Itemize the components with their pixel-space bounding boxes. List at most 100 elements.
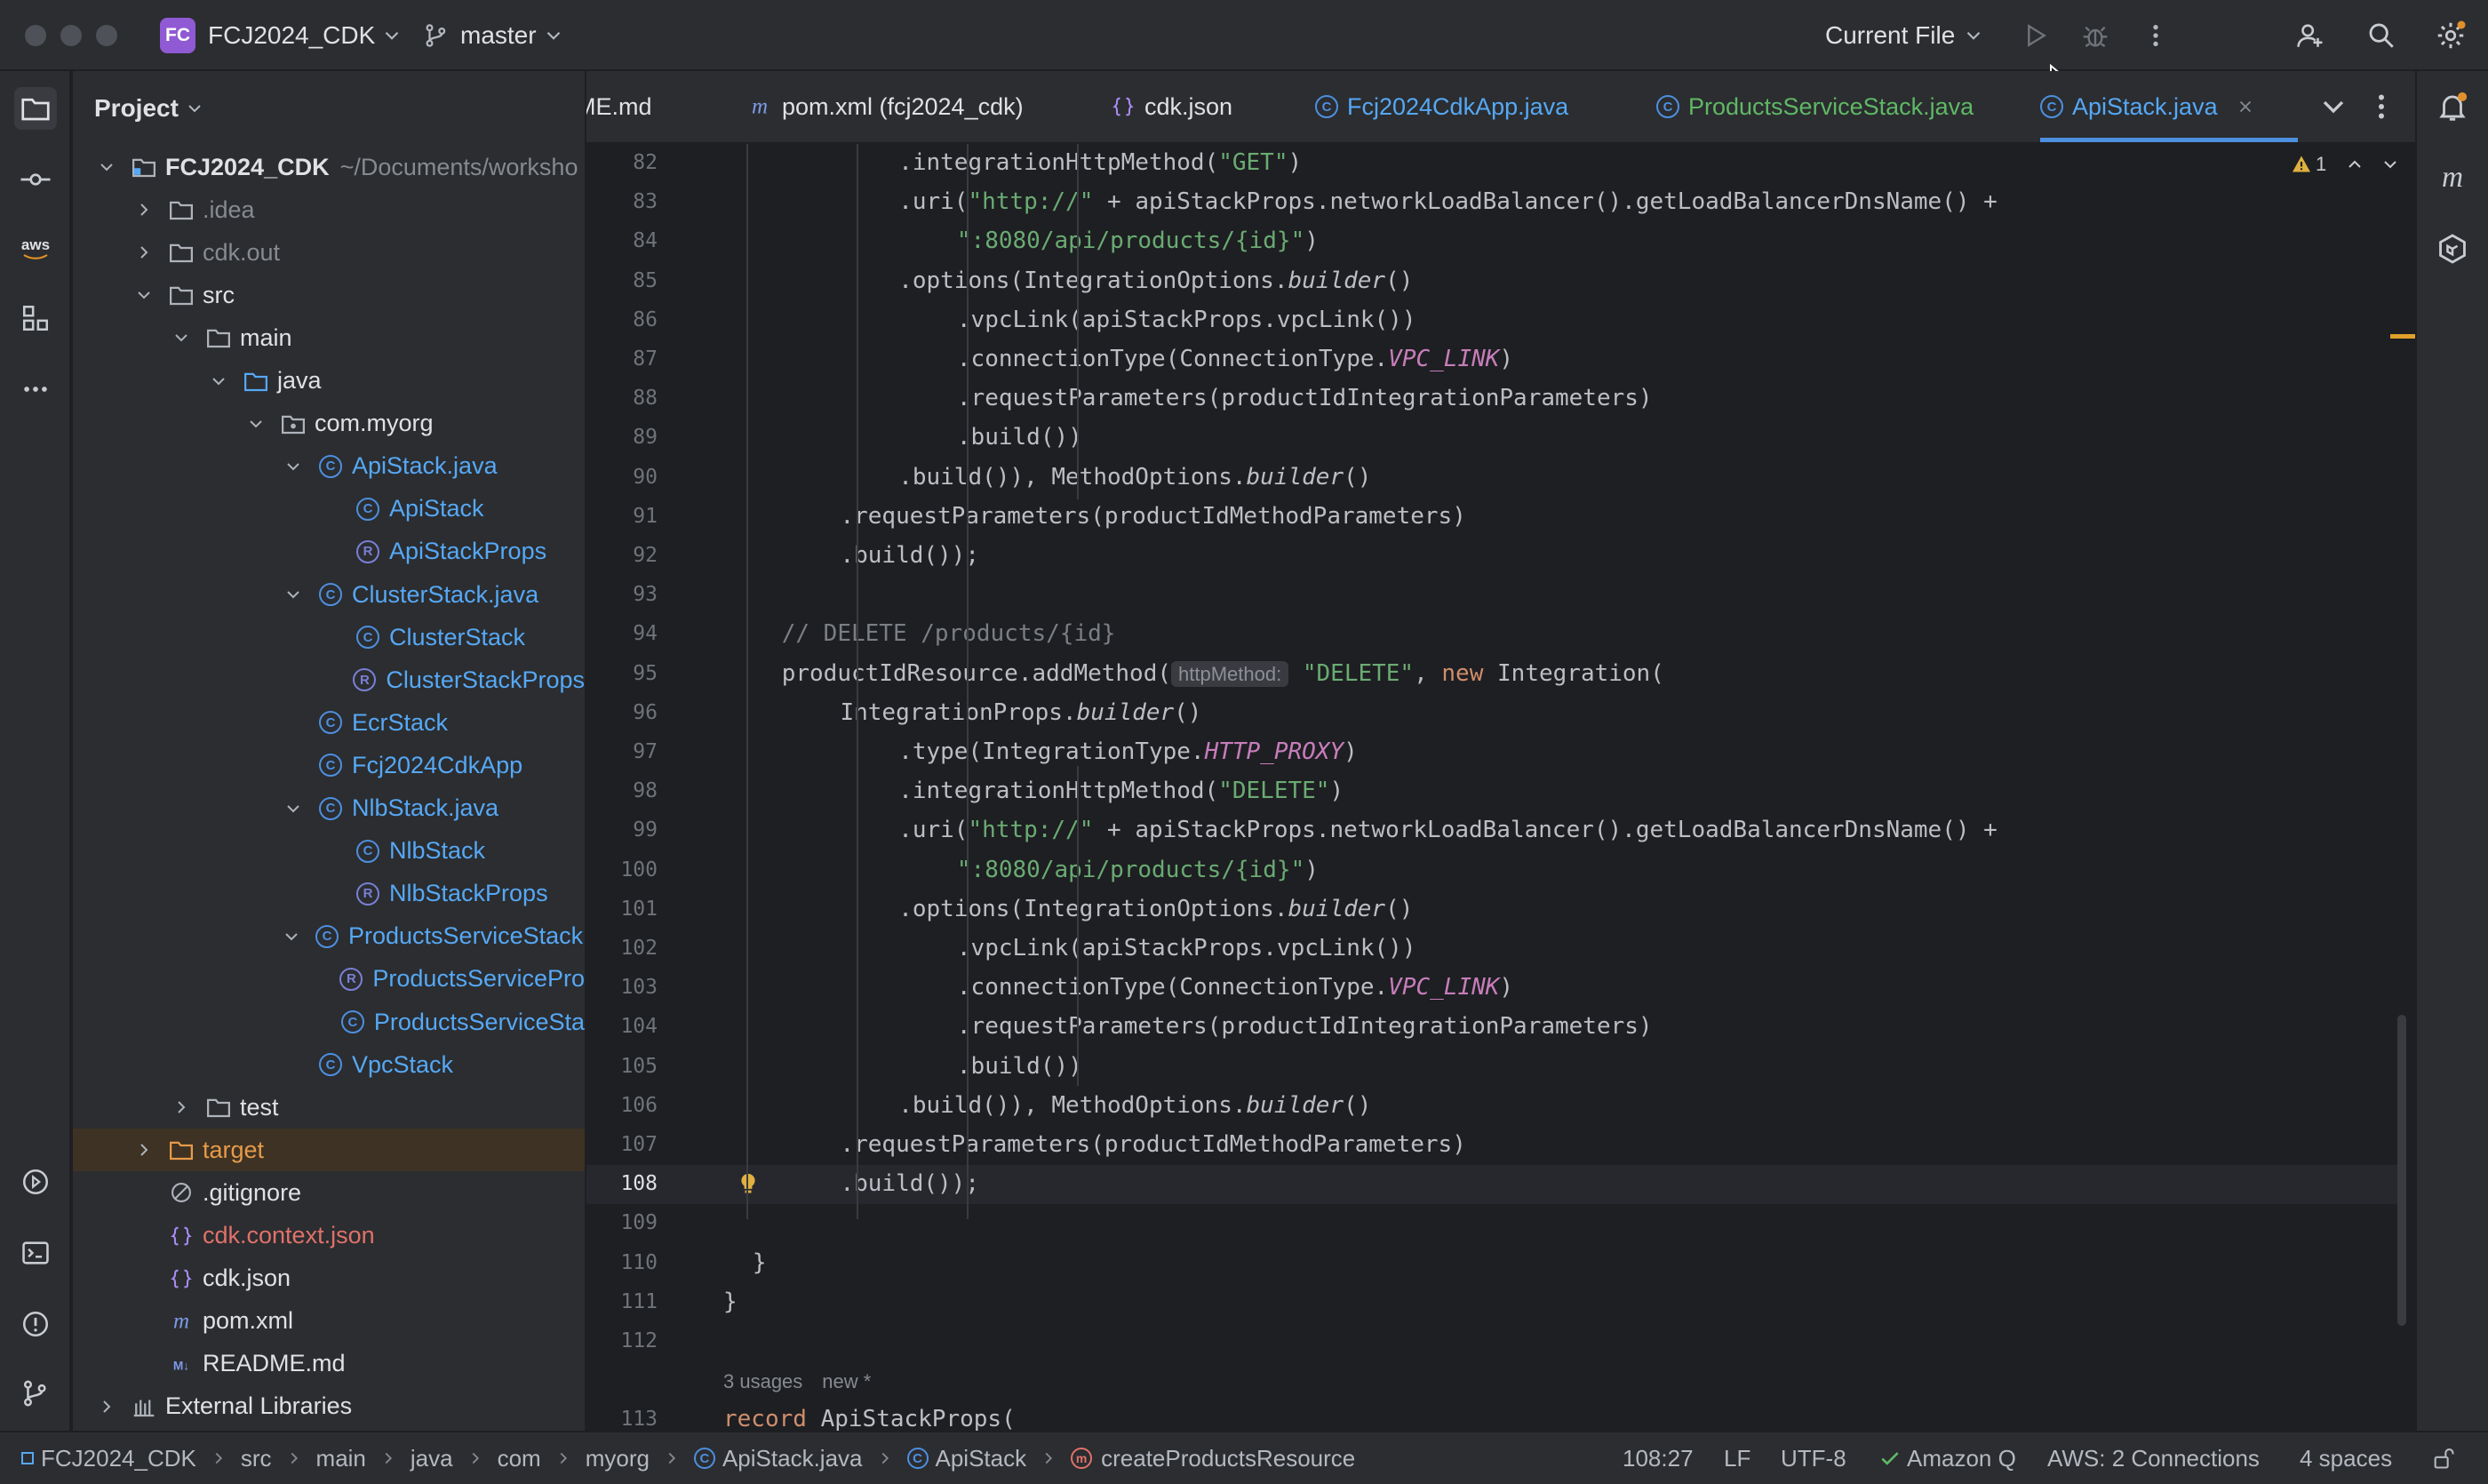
window-minimize-button[interactable] (60, 25, 82, 46)
branch-switcher[interactable]: master (423, 0, 565, 71)
chevron-down-icon[interactable] (2380, 154, 2401, 175)
tree-item[interactable]: C ClusterStack (73, 616, 585, 658)
tree-item[interactable]: .gitignore (73, 1171, 585, 1214)
aws-toolkit-button[interactable]: aws (14, 227, 57, 270)
breadcrumb-item[interactable]: java (411, 1445, 453, 1472)
tabs-dropdown-button[interactable] (2316, 89, 2351, 124)
tree-item[interactable]: C NlbStack.java (73, 787, 585, 830)
debug-button[interactable] (2077, 18, 2113, 53)
services-tool-button[interactable] (14, 1161, 57, 1203)
window-close-button[interactable] (25, 25, 46, 46)
problems-tool-button[interactable] (14, 1303, 57, 1345)
tree-item[interactable]: cdk.context.json (73, 1215, 585, 1257)
more-actions-button[interactable] (2138, 18, 2173, 53)
tree-item[interactable]: R NlbStackProps (73, 873, 585, 915)
caret-position[interactable]: 108:27 (1623, 1432, 1694, 1484)
run-config-selector[interactable]: Current File (1825, 0, 1985, 71)
tab-close-button[interactable] (2236, 97, 2255, 116)
tree-item[interactable]: cdk.json (73, 1257, 585, 1300)
more-tools-button[interactable] (14, 368, 57, 411)
collapse-arrow-icon[interactable] (132, 240, 156, 265)
breadcrumb-item[interactable]: main (316, 1445, 366, 1472)
tree-item[interactable]: test (73, 1086, 585, 1129)
expand-arrow-icon[interactable] (243, 411, 268, 436)
breadcrumb-item[interactable]: m createProductsResource (1071, 1445, 1355, 1472)
terminal-tool-button[interactable] (14, 1232, 57, 1274)
tree-item[interactable]: R ClusterStackProps (73, 658, 585, 701)
tree-item[interactable]: C ProductsServiceSta (73, 1001, 585, 1043)
tree-item[interactable]: C EcrStack (73, 701, 585, 744)
git-tool-button[interactable] (14, 1372, 57, 1415)
run-button[interactable] (2017, 18, 2053, 53)
tree-item[interactable]: target (73, 1129, 585, 1172)
expand-arrow-icon[interactable] (169, 325, 194, 350)
expand-arrow-icon[interactable] (281, 582, 306, 607)
tree-item[interactable]: C ProductsServiceStack.j (73, 915, 585, 958)
tree-item[interactable]: C ClusterStack.java (73, 573, 585, 616)
tree-item[interactable]: src (73, 274, 585, 316)
editor-tab[interactable]: m pom.xml (fcj2024_cdk) (746, 71, 1024, 142)
read-only-toggle[interactable] (2431, 1432, 2456, 1484)
window-zoom-button[interactable] (96, 25, 117, 46)
collapse-arrow-icon[interactable] (169, 1095, 194, 1120)
project-switcher[interactable]: FC FCJ2024_CDK (160, 0, 403, 71)
collapse-arrow-icon[interactable] (132, 1137, 156, 1162)
chevron-up-icon[interactable] (2344, 154, 2365, 175)
expand-arrow-icon[interactable] (281, 454, 306, 479)
collapse-arrow-icon[interactable] (94, 1394, 119, 1419)
tree-item[interactable]: C ApiStack (73, 488, 585, 531)
expand-arrow-icon[interactable] (206, 369, 231, 394)
breadcrumb-item[interactable]: C ApiStack.java (693, 1445, 863, 1472)
editor-tab[interactable]: C ProductsServiceStack.java (1656, 71, 1974, 142)
expand-arrow-icon[interactable] (132, 283, 156, 307)
tabs-more-button[interactable] (2365, 89, 2397, 124)
tree-item[interactable]: main (73, 316, 585, 359)
tree-item[interactable]: R ProductsServicePro (73, 958, 585, 1001)
indent-setting[interactable]: 4 spaces (2300, 1432, 2392, 1484)
tree-item[interactable]: C NlbStack (73, 830, 585, 873)
add-user-button[interactable] (2293, 18, 2328, 53)
structure-tool-button[interactable] (14, 297, 57, 339)
breadcrumb-item[interactable]: com (498, 1445, 541, 1472)
code-editor[interactable]: 82 .integrationHttpMethod("GET") 83 .uri("h… (586, 144, 2415, 1431)
tree-item[interactable]: C ApiStack.java (73, 445, 585, 488)
commit-tool-button[interactable] (14, 158, 57, 201)
inspection-widget[interactable]: 1 (2291, 153, 2401, 176)
editor-tab[interactable]: C ApiStack.java (2040, 71, 2255, 142)
aws-connections[interactable]: AWS: 2 Connections (2047, 1432, 2260, 1484)
editor-scrollbar[interactable] (2397, 1015, 2406, 1326)
tree-item[interactable]: C VpcStack (73, 1043, 585, 1086)
settings-button[interactable] (2433, 18, 2468, 53)
warning-stripe-marker[interactable] (2390, 334, 2415, 339)
notifications-button[interactable] (2431, 85, 2474, 128)
tree-item[interactable]: External Libraries (73, 1385, 585, 1428)
maven-tool-button[interactable]: m (2431, 156, 2474, 199)
tree-item[interactable]: com.myorg (73, 403, 585, 445)
tree-item[interactable]: java (73, 360, 585, 403)
project-panel-header[interactable]: Project (73, 71, 585, 146)
breadcrumb-item[interactable]: myorg (586, 1445, 650, 1472)
tree-item[interactable]: C Fcj2024CdkApp (73, 744, 585, 786)
amazon-q-status[interactable]: Amazon Q (1878, 1432, 2016, 1484)
expand-arrow-icon[interactable] (94, 155, 119, 180)
tree-item[interactable]: cdk.out (73, 231, 585, 274)
tree-item[interactable]: .idea (73, 188, 585, 231)
amazon-q-button[interactable] (2431, 227, 2474, 270)
project-tool-button[interactable] (14, 87, 57, 130)
line-separator[interactable]: LF (1724, 1432, 1750, 1484)
usages-hint[interactable]: 3 usages new * (723, 1370, 871, 1393)
file-encoding[interactable]: UTF-8 (1781, 1432, 1846, 1484)
breadcrumb-item[interactable]: src (241, 1445, 272, 1472)
breadcrumb-item[interactable]: C ApiStack (906, 1445, 1026, 1472)
tree-item[interactable]: FCJ2024_CDK ~/Documents/worksho (73, 146, 585, 188)
search-button[interactable] (2364, 18, 2399, 53)
tree-item[interactable]: R ApiStackProps (73, 531, 585, 573)
collapse-arrow-icon[interactable] (132, 197, 156, 222)
breadcrumb-item[interactable]: FCJ2024_CDK (21, 1445, 196, 1472)
expand-arrow-icon[interactable] (281, 796, 306, 821)
expand-arrow-icon[interactable] (281, 924, 302, 949)
intention-bulb[interactable] (736, 1170, 761, 1197)
tree-item[interactable]: m pom.xml (73, 1300, 585, 1343)
editor-tab[interactable]: cdk.json (1111, 71, 1232, 142)
editor-tab[interactable]: ME.md (586, 71, 652, 142)
